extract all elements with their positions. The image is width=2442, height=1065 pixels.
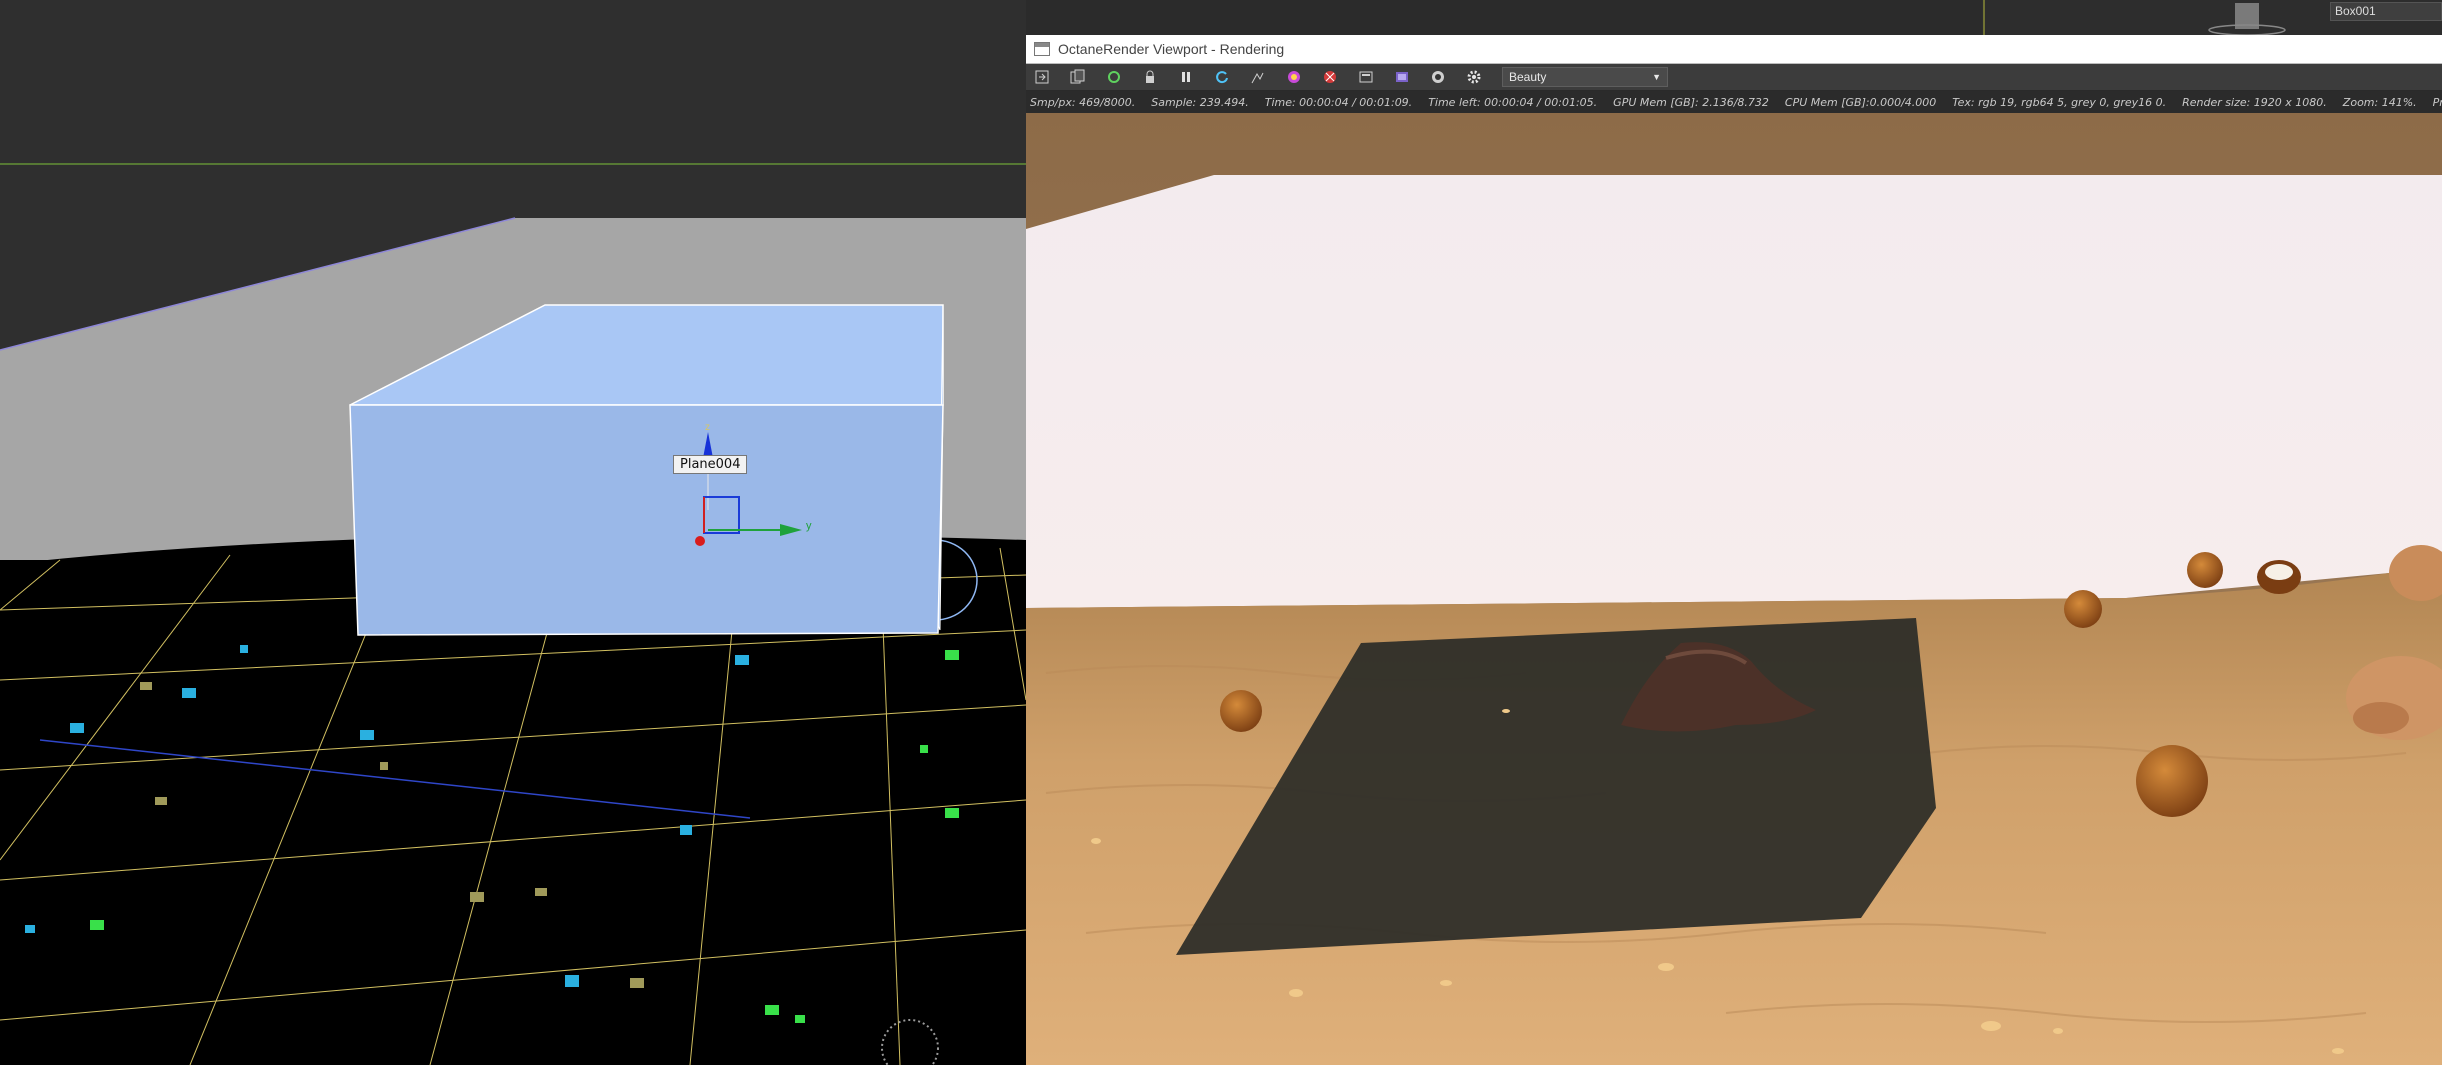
region-icon[interactable] (1354, 66, 1378, 88)
status-cpu-mem: CPU Mem [GB]:0.000/4.000 (1784, 95, 1937, 109)
copy-icon[interactable] (1066, 66, 1090, 88)
status-gpu-mem: GPU Mem [GB]: 2.136/8.732 (1613, 95, 1769, 109)
chevron-down-icon: ▼ (1652, 72, 1661, 82)
settings-gear-icon[interactable] (1462, 66, 1486, 88)
octane-viewport-window[interactable]: OctaneRender Viewport - Rendering Beauty… (1026, 35, 2442, 1065)
camera-icon[interactable] (1426, 66, 1450, 88)
film-region-icon[interactable] (1390, 66, 1414, 88)
gizmo-y-label: y (806, 520, 812, 532)
status-sample-rate: Sample: 239.494. (1151, 95, 1249, 109)
pause-icon[interactable] (1174, 66, 1198, 88)
status-primitives: Primitives/Meshes/Voxels: 2765289/8896/0 (2432, 95, 2442, 109)
status-time: Time: 00:00:04 / 00:01:09. (1264, 95, 1413, 109)
material-picker-icon[interactable] (1318, 66, 1342, 88)
render-image[interactable] (1026, 113, 2442, 1065)
status-tex: Tex: rgb 19, rgb64 5, grey 0, grey16 0. (1952, 95, 2167, 109)
3d-viewport[interactable]: y z Plane004 (0, 0, 1026, 1065)
refresh-icon[interactable] (1210, 66, 1234, 88)
status-render-size: Render size: 1920 x 1080. (2182, 95, 2327, 109)
render-pass-select[interactable]: Beauty ▼ (1502, 67, 1668, 87)
export-icon[interactable] (1030, 66, 1054, 88)
color-picker-icon[interactable] (1282, 66, 1306, 88)
status-samples-px: Smp/px: 469/8000. (1030, 95, 1136, 109)
viewport-scene: y z (0, 0, 1026, 1065)
object-name-field[interactable]: Box001 (2330, 2, 2442, 21)
window-icon (1034, 42, 1050, 56)
status-zoom: Zoom: 141%. (2342, 95, 2417, 109)
lock-icon[interactable] (1138, 66, 1162, 88)
restart-icon[interactable] (1102, 66, 1126, 88)
render-status-bar: Smp/px: 469/8000. Sample: 239.494. Time:… (1026, 91, 2442, 113)
status-time-left: Time left: 00:00:04 / 00:01:05. (1428, 95, 1598, 109)
object-tooltip: Plane004 (673, 455, 748, 474)
gizmo-z-label: z (705, 422, 710, 433)
focus-picker-icon[interactable] (1246, 66, 1270, 88)
window-titlebar[interactable]: OctaneRender Viewport - Rendering (1026, 35, 2442, 64)
render-pass-value: Beauty (1509, 70, 1547, 84)
octane-toolbar: Beauty ▼ (1026, 64, 2442, 91)
window-title: OctaneRender Viewport - Rendering (1058, 41, 1285, 57)
